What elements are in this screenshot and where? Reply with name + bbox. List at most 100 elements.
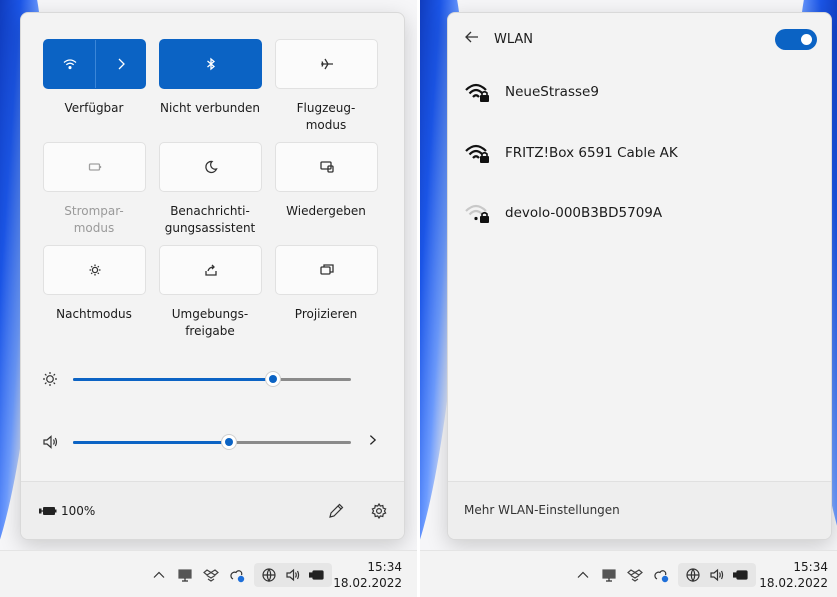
- tile-label-night-light: Nachtmodus: [56, 307, 132, 321]
- cast-tile[interactable]: [275, 142, 378, 192]
- bluetooth-tile[interactable]: [159, 39, 262, 89]
- wlan-title: WLAN: [494, 32, 534, 47]
- more-wlan-settings-link[interactable]: Mehr WLAN-Einstellungen: [464, 503, 620, 517]
- taskbar-date: 18.02.2022: [333, 576, 402, 590]
- tile-label-focus-assist: Benachrichti- gungsassistent: [164, 204, 256, 235]
- arrow-left-icon: [465, 31, 478, 43]
- edit-quick-settings-button[interactable]: [327, 502, 345, 520]
- show-hidden-icons-button[interactable]: [150, 566, 168, 584]
- night-light-icon: [89, 264, 100, 276]
- monitor-icon: [602, 569, 616, 582]
- wifi-secured-strong-icon: [465, 144, 489, 163]
- brightness-slider-thumb[interactable]: [265, 371, 282, 387]
- wlan-toggle[interactable]: [775, 29, 817, 50]
- focus-assist-tile[interactable]: [159, 142, 262, 192]
- volume-slider[interactable]: [73, 434, 351, 450]
- monitor-icon: [178, 569, 192, 582]
- battery-status[interactable]: 100%: [39, 504, 95, 518]
- network-volume-battery-group[interactable]: [254, 563, 332, 587]
- right-screen: WLAN NeueStrasse9 FRITZ!Box 6591 Cable A…: [420, 0, 837, 597]
- brightness-slider-fill: [73, 378, 274, 381]
- wifi-icon: [63, 59, 76, 70]
- network-name: devolo-000B3BD5709A: [505, 205, 663, 221]
- chevron-up-icon: [577, 571, 589, 578]
- brightness-slider[interactable]: [73, 371, 351, 387]
- back-button[interactable]: [464, 29, 480, 50]
- tile-label-cast: Wiedergeben: [286, 204, 366, 218]
- dropbox-icon: [627, 569, 643, 582]
- gear-icon: [371, 502, 387, 520]
- network-name: NeueStrasse9: [505, 84, 599, 100]
- quick-settings-footer: 100%: [21, 481, 404, 539]
- wlan-header: WLAN: [464, 29, 533, 50]
- network-item[interactable]: devolo-000B3BD5709A: [464, 200, 662, 226]
- network-name: FRITZ!Box 6591 Cable AK: [505, 145, 678, 161]
- battery-tray-icon: [732, 566, 750, 584]
- network-volume-battery-group[interactable]: [678, 563, 756, 587]
- taskbar-time: 15:34: [367, 560, 402, 574]
- wifi-secured-weak-icon: [465, 204, 489, 223]
- taskbar-clock[interactable]: 15:34 18.02.2022: [759, 559, 828, 591]
- tray-app-icon-dropbox[interactable]: [626, 566, 644, 584]
- left-screen: Verfügbar Nicht verbunden Flugzeug- modu…: [0, 0, 417, 597]
- network-globe-icon: [260, 566, 278, 584]
- cloud-sync-icon: [230, 570, 245, 583]
- share-icon: [204, 264, 217, 276]
- wifi-secured-strong-icon: [465, 83, 489, 102]
- volume-output-chevron[interactable]: [366, 432, 380, 452]
- tile-label-project: Projizieren: [294, 307, 358, 321]
- taskbar-date: 18.02.2022: [759, 576, 828, 590]
- volume-slider-thumb[interactable]: [220, 434, 237, 450]
- system-tray: [574, 563, 756, 587]
- volume-tray-icon: [284, 566, 302, 584]
- battery-tray-icon: [308, 566, 326, 584]
- show-hidden-icons-button[interactable]: [574, 566, 592, 584]
- wlan-flyout: WLAN NeueStrasse9 FRITZ!Box 6591 Cable A…: [447, 12, 832, 540]
- nearby-sharing-tile[interactable]: [159, 245, 262, 295]
- bluetooth-icon: [206, 57, 215, 71]
- tray-app-icon-1[interactable]: [176, 566, 194, 584]
- cast-icon: [319, 161, 334, 173]
- chevron-up-icon: [153, 571, 165, 578]
- network-item[interactable]: NeueStrasse9: [464, 79, 599, 105]
- system-tray: [150, 563, 332, 587]
- network-globe-icon: [684, 566, 702, 584]
- chevron-right-icon: [369, 435, 377, 445]
- taskbar: 15:34 18.02.2022: [420, 550, 837, 597]
- chevron-right-icon: [118, 58, 125, 70]
- tray-app-icon-1[interactable]: [600, 566, 618, 584]
- tray-app-icon-dropbox[interactable]: [202, 566, 220, 584]
- volume-slider-fill: [73, 441, 229, 444]
- quick-settings-flyout: Verfügbar Nicht verbunden Flugzeug- modu…: [20, 12, 405, 540]
- moon-icon: [204, 160, 218, 174]
- tray-app-icon-sync[interactable]: [228, 566, 246, 584]
- battery-percent: 100%: [61, 504, 96, 518]
- tile-label-wifi: Verfügbar: [64, 101, 124, 115]
- taskbar-time: 15:34: [793, 560, 828, 574]
- battery-plugged-icon: [39, 507, 57, 515]
- taskbar-clock[interactable]: 15:34 18.02.2022: [333, 559, 402, 591]
- battery-saver-tile: [43, 142, 146, 192]
- battery-saver-icon: [88, 163, 101, 171]
- airplane-tile[interactable]: [275, 39, 378, 89]
- wifi-expand[interactable]: [96, 40, 145, 88]
- project-tile[interactable]: [275, 245, 378, 295]
- taskbar: 15:34 18.02.2022: [0, 550, 417, 597]
- volume-tray-icon: [708, 566, 726, 584]
- wlan-footer: Mehr WLAN-Einstellungen: [448, 481, 831, 539]
- tile-label-nearby-sharing: Umgebungs- freigabe: [171, 307, 249, 338]
- night-light-tile[interactable]: [43, 245, 146, 295]
- tile-label-airplane: Flugzeug- modus: [296, 101, 356, 132]
- all-settings-button[interactable]: [370, 502, 388, 520]
- dropbox-icon: [203, 569, 219, 582]
- pencil-icon: [329, 503, 344, 518]
- brightness-icon: [41, 370, 59, 388]
- speaker-icon[interactable]: [41, 433, 59, 451]
- tile-label-battery-saver: Strompar- modus: [64, 204, 124, 235]
- tray-app-icon-sync[interactable]: [652, 566, 670, 584]
- wifi-tile[interactable]: [43, 39, 146, 89]
- network-item[interactable]: FRITZ!Box 6591 Cable AK: [464, 140, 678, 166]
- project-icon: [319, 264, 334, 275]
- cloud-sync-icon: [654, 570, 669, 583]
- wifi-toggle[interactable]: [44, 40, 96, 88]
